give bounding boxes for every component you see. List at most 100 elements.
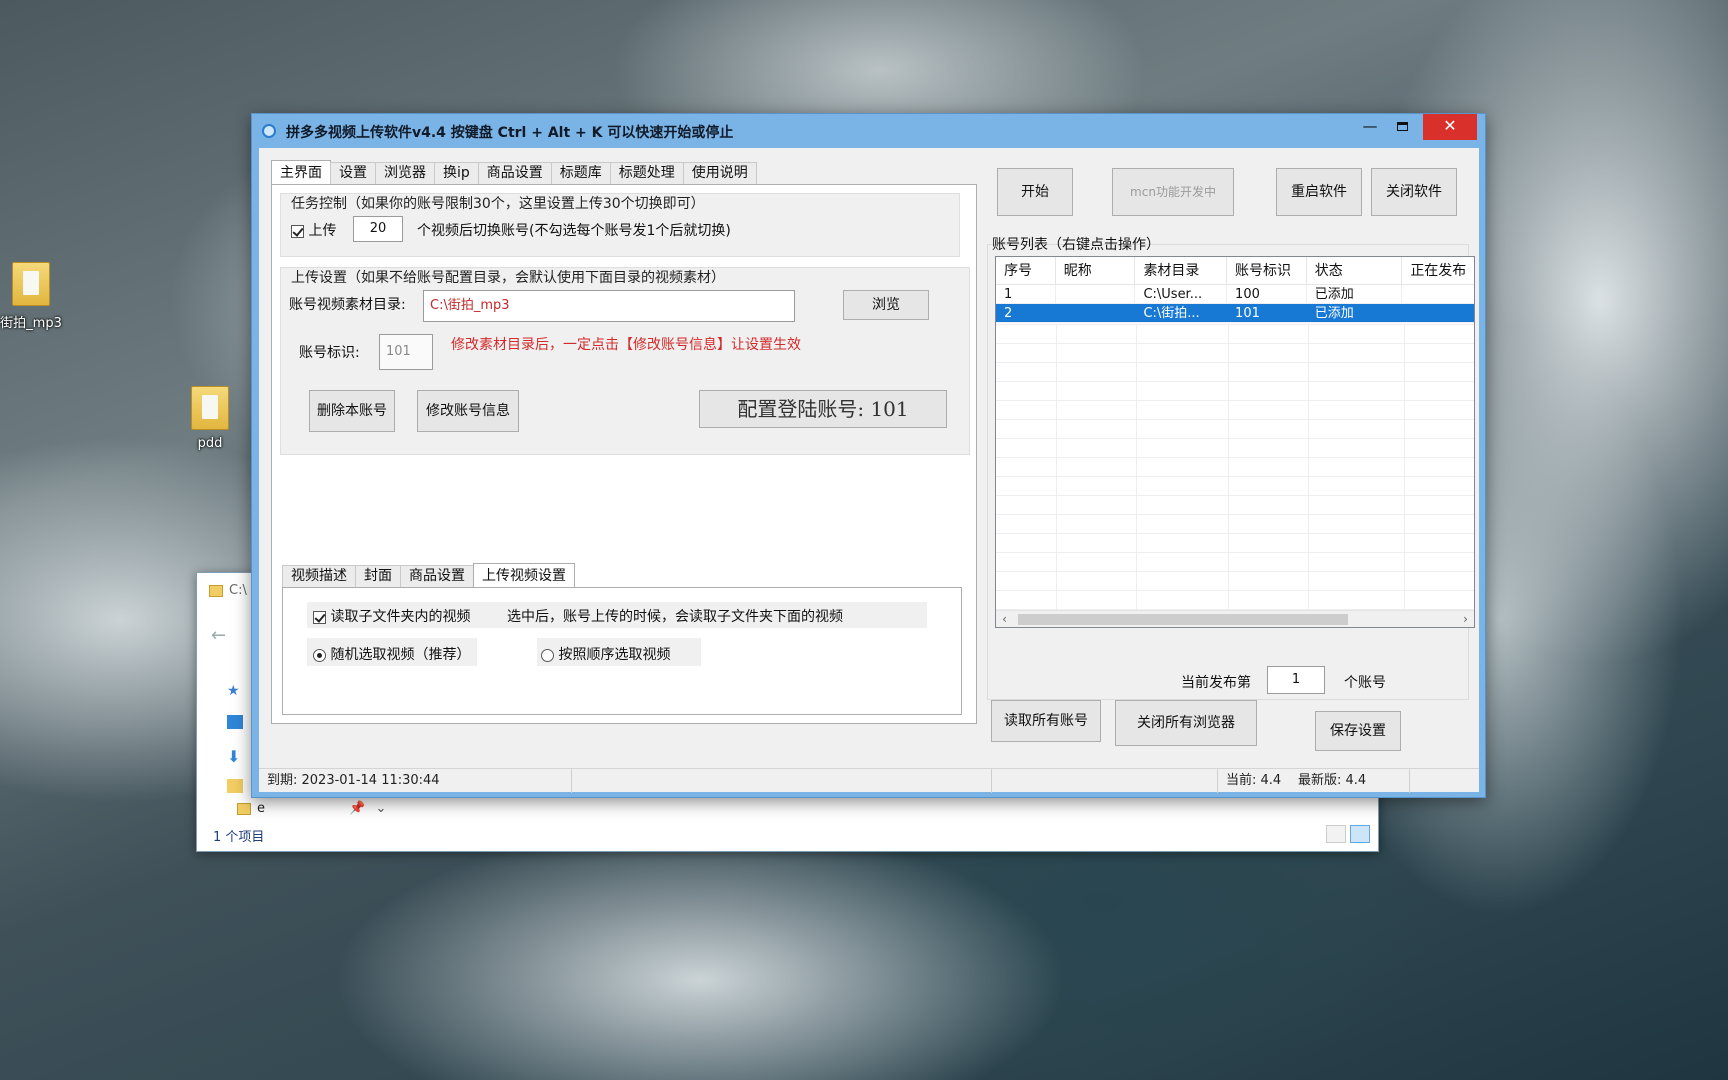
column-header-publishing[interactable]: 正在发布 xyxy=(1402,257,1474,284)
cell-account-id: 101 xyxy=(1227,304,1307,322)
column-header-account-id[interactable]: 账号标识 xyxy=(1227,257,1307,284)
read-subfolder-option[interactable]: 读取子文件夹内的视频 xyxy=(313,606,470,626)
tab-title-processing[interactable]: 标题处理 xyxy=(609,162,684,184)
account-list[interactable]: 序号 昵称 素材目录 账号标识 状态 正在发布 1 C:\User... 100… xyxy=(995,256,1475,628)
folder-icon xyxy=(237,802,251,815)
table-row-selected[interactable]: 2 C:\街拍... 101 已添加 xyxy=(996,304,1474,323)
upload-settings-title: 上传设置（如果不给账号配置目录，会默认使用下面目录的视频素材） xyxy=(291,270,725,286)
upload-settings-group: 上传设置（如果不给账号配置目录，会默认使用下面目录的视频素材） 账号视频素材目录… xyxy=(280,267,970,455)
tab-instructions[interactable]: 使用说明 xyxy=(682,162,757,184)
task-control-title: 任务控制（如果你的账号限制30个，这里设置上传30个切换即可） xyxy=(291,196,705,212)
desktop-folder-jiepai[interactable]: 街拍_mp3 xyxy=(0,262,76,331)
maximize-button[interactable] xyxy=(1387,114,1417,140)
ordered-select-option[interactable]: 按照顺序选取视频 xyxy=(541,644,670,664)
upload-checkbox-row[interactable]: 上传 xyxy=(291,220,336,240)
read-all-accounts-button[interactable]: 读取所有账号 xyxy=(991,700,1101,742)
subtab-cover[interactable]: 封面 xyxy=(355,565,401,587)
ordered-select-radio[interactable] xyxy=(541,648,554,662)
subtab-video-description[interactable]: 视频描述 xyxy=(282,565,356,587)
title-bar[interactable]: 拼多多视频上传软件v4.4 按键盘 Ctrl + Alt + K 可以快速开始或… xyxy=(252,114,1485,148)
config-login-account-button[interactable]: 配置登陆账号: 101 xyxy=(699,390,947,428)
window-title: 拼多多视频上传软件v4.4 按键盘 Ctrl + Alt + K 可以快速开始或… xyxy=(286,125,734,141)
switch-account-text: 个视频后切换账号(不勾选每个账号发1个后就切换) xyxy=(417,223,731,239)
account-id-input[interactable]: 101 xyxy=(379,334,433,370)
mcn-button[interactable]: mcn功能开发中 xyxy=(1112,168,1234,216)
column-header-nickname[interactable]: 昵称 xyxy=(1056,257,1136,284)
close-button[interactable]: ✕ xyxy=(1423,114,1477,140)
chevron-down-icon[interactable]: ⌄ xyxy=(375,801,386,816)
publish-counter-suffix: 个账号 xyxy=(1344,675,1386,691)
subtab-product-settings[interactable]: 商品设置 xyxy=(400,565,474,587)
folder-icon xyxy=(12,262,50,306)
read-subfolder-checkbox[interactable] xyxy=(313,610,326,624)
cell-nickname xyxy=(1056,285,1136,303)
browse-button[interactable]: 浏览 xyxy=(843,290,929,320)
account-list-title: 账号列表（右键点击操作） xyxy=(992,237,1160,253)
delete-account-button[interactable]: 删除本账号 xyxy=(309,390,395,432)
empty-rows xyxy=(996,324,1474,612)
maximize-icon xyxy=(1396,122,1408,131)
explorer-list-item[interactable]: e 📌 ⌄ xyxy=(237,801,386,816)
column-header-status[interactable]: 状态 xyxy=(1307,257,1403,284)
upload-count-input[interactable]: 20 xyxy=(353,216,403,242)
star-icon[interactable]: ★ xyxy=(227,683,243,699)
column-header-dir[interactable]: 素材目录 xyxy=(1135,257,1228,284)
desktop-icon[interactable] xyxy=(227,715,243,729)
cell-dir: C:\街拍... xyxy=(1135,304,1228,322)
cell-index: 1 xyxy=(996,285,1056,303)
folder-icon xyxy=(191,386,229,430)
tab-settings[interactable]: 设置 xyxy=(330,162,376,184)
column-lines xyxy=(1308,324,1309,612)
app-window[interactable]: 拼多多视频上传软件v4.4 按键盘 Ctrl + Alt + K 可以快速开始或… xyxy=(251,113,1486,798)
modify-account-button[interactable]: 修改账号信息 xyxy=(417,390,519,432)
app-icon xyxy=(262,124,276,138)
random-select-radio[interactable] xyxy=(313,648,326,662)
save-settings-button[interactable]: 保存设置 xyxy=(1315,711,1401,751)
account-list-header: 序号 昵称 素材目录 账号标识 状态 正在发布 xyxy=(996,257,1474,285)
cell-publishing xyxy=(1402,304,1474,322)
tab-title-library[interactable]: 标题库 xyxy=(550,162,611,184)
explorer-title: C:\ xyxy=(209,583,247,598)
scrollbar-thumb[interactable] xyxy=(1018,614,1348,625)
details-view-icon[interactable] xyxy=(1326,825,1346,843)
column-lines xyxy=(1228,324,1229,612)
material-dir-input[interactable]: C:\街拍_mp3 xyxy=(423,290,795,322)
warning-text: 修改素材目录后，一定点击【修改账号信息】让设置生效 xyxy=(451,337,801,353)
pin-icon[interactable]: 📌 xyxy=(349,801,365,816)
cell-publishing xyxy=(1402,285,1474,303)
close-all-browsers-button[interactable]: 关闭所有浏览器 xyxy=(1115,700,1257,746)
table-row[interactable]: 1 C:\User... 100 已添加 xyxy=(996,285,1474,304)
column-lines xyxy=(1056,324,1057,612)
folder-icon xyxy=(209,584,223,597)
cell-status: 已添加 xyxy=(1307,285,1403,303)
desktop-icon-label: pdd xyxy=(197,436,223,451)
expiry-status: 到期: 2023-01-14 11:30:44 xyxy=(259,769,572,793)
folder-icon[interactable] xyxy=(227,779,243,793)
random-select-label: 随机选取视频（推荐） xyxy=(330,647,471,663)
upload-checkbox[interactable] xyxy=(291,224,304,238)
tiles-view-icon[interactable] xyxy=(1350,825,1370,843)
publish-counter-input[interactable]: 1 xyxy=(1267,666,1325,694)
tab-change-ip[interactable]: 换ip xyxy=(434,162,479,184)
download-icon[interactable]: ⬇ xyxy=(227,747,243,766)
tab-browser[interactable]: 浏览器 xyxy=(375,162,435,184)
random-select-option[interactable]: 随机选取视频（推荐） xyxy=(313,644,470,664)
back-arrow-icon[interactable]: ← xyxy=(211,625,226,646)
restart-software-button[interactable]: 重启软件 xyxy=(1276,168,1362,216)
minimize-button[interactable]: — xyxy=(1355,114,1385,140)
scroll-right-icon[interactable]: › xyxy=(1457,611,1474,627)
main-tab-pane: 任务控制（如果你的账号限制30个，这里设置上传30个切换即可） 上传 20 个视… xyxy=(271,184,977,724)
ordered-select-label: 按照顺序选取视频 xyxy=(558,647,671,663)
scroll-left-icon[interactable]: ‹ xyxy=(996,611,1013,627)
cell-dir: C:\User... xyxy=(1135,285,1228,303)
start-button[interactable]: 开始 xyxy=(997,168,1073,216)
status-empty-segment xyxy=(992,769,1218,793)
tab-product-settings[interactable]: 商品设置 xyxy=(477,162,552,184)
horizontal-scrollbar[interactable]: ‹ › xyxy=(996,610,1474,627)
desktop-icon-label: 街拍_mp3 xyxy=(0,316,62,331)
tab-main[interactable]: 主界面 xyxy=(271,160,331,184)
subtab-upload-video-settings[interactable]: 上传视频设置 xyxy=(473,563,575,587)
column-header-index[interactable]: 序号 xyxy=(996,257,1056,284)
desktop-folder-pdd[interactable]: pdd xyxy=(165,386,255,451)
close-software-button[interactable]: 关闭软件 xyxy=(1371,168,1457,216)
